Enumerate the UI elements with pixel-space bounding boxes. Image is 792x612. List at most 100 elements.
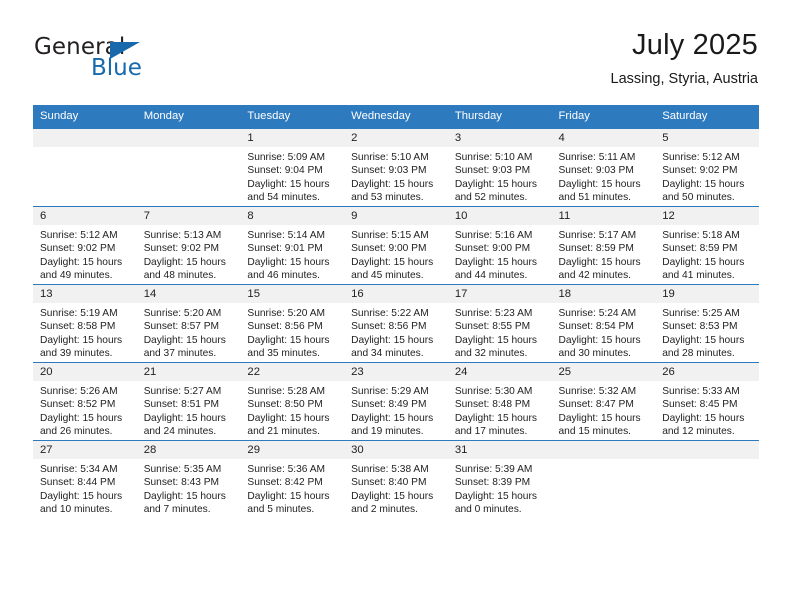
sunrise-time: Sunrise: 5:16 AM (454, 230, 533, 241)
daylight-duration-line2: and 45 minutes. (351, 269, 424, 281)
sunrise-time: Sunrise: 5:19 AM (40, 308, 118, 319)
calendar-day-cell[interactable]: 4 Sunrise: 5:11 AM Sunset: 9:03 PM Daylight… (551, 128, 656, 207)
calendar-day-cell[interactable]: 17 Sunrise: 5:23 AM Sunset: 8:55 PM Dayligh… (447, 284, 552, 363)
daylight-duration-line1: Daylight: 15 hours (662, 256, 745, 268)
calendar-day-cell[interactable]: 8 Sunrise: 5:14 AM Sunset: 9:01 PM Daylight… (240, 206, 345, 285)
day-details: Sunrise: 5:20 AM Sunset: 8:57 PM Daylight:… (137, 303, 241, 360)
calendar-day-cell[interactable]: 13 Sunrise: 5:19 AM Sunset: 8:58 PM Dayligh… (33, 284, 137, 363)
day-number: 21 (136, 363, 241, 381)
daylight-duration-line1: Daylight: 15 hours (247, 334, 330, 346)
calendar-day-cell[interactable]: 7 Sunrise: 5:13 AM Sunset: 9:02 PM Daylight… (136, 206, 241, 285)
day-details: Sunrise: 5:24 AM Sunset: 8:54 PM Daylight:… (552, 303, 656, 360)
calendar-day-cell[interactable]: 16 Sunrise: 5:22 AM Sunset: 8:56 PM Dayligh… (344, 284, 448, 363)
daylight-duration-line2: and 48 minutes. (143, 269, 217, 281)
sunset-time: Sunset: 8:59 PM (558, 243, 634, 255)
sunset-time: Sunset: 8:42 PM (247, 477, 323, 489)
calendar-day-cell[interactable]: 11 Sunrise: 5:17 AM Sunset: 8:59 PM Dayligh… (551, 206, 656, 285)
sunset-time: Sunset: 8:54 PM (558, 321, 634, 333)
sunset-time: Sunset: 8:57 PM (143, 321, 220, 333)
calendar-day-cell[interactable]: 22 Sunrise: 5:28 AM Sunset: 8:50 PM Dayligh… (240, 362, 345, 441)
calendar-day-cell[interactable]: 6 Sunrise: 5:12 AM Sunset: 9:02 PM Daylight… (33, 206, 137, 285)
day-number: 30 (344, 441, 448, 459)
calendar-day-cell[interactable]: 14 Sunrise: 5:20 AM Sunset: 8:57 PM Dayligh… (136, 284, 241, 363)
calendar-body: 1 Sunrise: 5:09 AM Sunset: 9:04 PM Daylight… (33, 128, 759, 518)
daylight-duration-line1: Daylight: 15 hours (351, 412, 434, 424)
day-details: Sunrise: 5:17 AM Sunset: 8:59 PM Daylight:… (552, 225, 656, 282)
sunset-time: Sunset: 8:50 PM (247, 399, 323, 411)
general-blue-logo[interactable]: General Blue (34, 34, 264, 92)
day-number: 14 (136, 285, 241, 303)
daylight-duration-line1: Daylight: 15 hours (247, 256, 330, 268)
calendar-day-cell[interactable]: 27 Sunrise: 5:34 AM Sunset: 8:44 PM Dayligh… (33, 440, 137, 518)
calendar-day-cell[interactable]: 23 Sunrise: 5:29 AM Sunset: 8:49 PM Dayligh… (344, 362, 448, 441)
daylight-duration-line2: and 32 minutes. (454, 347, 528, 359)
daylight-duration-line1: Daylight: 15 hours (454, 490, 537, 502)
calendar-day-cell[interactable]: 18 Sunrise: 5:24 AM Sunset: 8:54 PM Dayligh… (551, 284, 656, 363)
day-number: 6 (33, 207, 137, 225)
sunrise-time: Sunrise: 5:20 AM (247, 308, 325, 319)
calendar-day-cell[interactable]: 29 Sunrise: 5:36 AM Sunset: 8:42 PM Dayligh… (240, 440, 345, 518)
sunset-time: Sunset: 8:43 PM (143, 477, 220, 489)
day-details: Sunrise: 5:23 AM Sunset: 8:55 PM Daylight:… (448, 303, 552, 360)
day-details: Sunrise: 5:19 AM Sunset: 8:58 PM Daylight:… (33, 303, 137, 360)
day-number: 16 (344, 285, 448, 303)
daylight-duration-line2: and 10 minutes. (40, 503, 113, 515)
day-number: 3 (447, 129, 552, 147)
page-title: July 2025 (632, 29, 758, 61)
calendar-day-cell[interactable]: 21 Sunrise: 5:27 AM Sunset: 8:51 PM Dayligh… (136, 362, 241, 441)
calendar-day-cell[interactable]: 2 Sunrise: 5:10 AM Sunset: 9:03 PM Daylight… (344, 128, 448, 207)
daylight-duration-line1: Daylight: 15 hours (40, 334, 123, 346)
weekday-header-tuesday: Tuesday (240, 105, 345, 129)
daylight-duration-line1: Daylight: 15 hours (662, 412, 745, 424)
daylight-duration-line2: and 2 minutes. (351, 503, 418, 515)
day-number: 19 (655, 285, 759, 303)
daylight-duration-line2: and 37 minutes. (143, 347, 217, 359)
day-details: Sunrise: 5:22 AM Sunset: 8:56 PM Daylight:… (344, 303, 448, 360)
calendar-day-cell[interactable]: 9 Sunrise: 5:15 AM Sunset: 9:00 PM Daylight… (344, 206, 448, 285)
calendar-day-cell[interactable]: 31 Sunrise: 5:39 AM Sunset: 8:39 PM Dayligh… (447, 440, 552, 518)
calendar-day-cell[interactable]: 24 Sunrise: 5:30 AM Sunset: 8:48 PM Dayligh… (447, 362, 552, 441)
calendar-day-cell[interactable]: 15 Sunrise: 5:20 AM Sunset: 8:56 PM Dayligh… (240, 284, 345, 363)
day-details: Sunrise: 5:33 AM Sunset: 8:45 PM Daylight:… (655, 381, 759, 438)
sunrise-time: Sunrise: 5:33 AM (662, 386, 740, 397)
calendar-day-cell[interactable]: 25 Sunrise: 5:32 AM Sunset: 8:47 PM Dayligh… (551, 362, 656, 441)
calendar-day-cell[interactable]: 12 Sunrise: 5:18 AM Sunset: 8:59 PM Dayligh… (655, 206, 759, 285)
day-number: 12 (655, 207, 759, 225)
sunset-time: Sunset: 8:52 PM (40, 399, 116, 411)
calendar-day-cell[interactable]: 3 Sunrise: 5:10 AM Sunset: 9:03 PM Daylight… (447, 128, 552, 207)
sunrise-time: Sunrise: 5:09 AM (247, 152, 325, 163)
day-number: 13 (33, 285, 137, 303)
sunrise-time: Sunrise: 5:13 AM (143, 230, 222, 241)
daylight-duration-line1: Daylight: 15 hours (662, 178, 745, 190)
day-details: Sunrise: 5:27 AM Sunset: 8:51 PM Daylight:… (137, 381, 241, 438)
sunset-time: Sunset: 8:55 PM (454, 321, 531, 333)
sunset-time: Sunset: 8:45 PM (662, 399, 738, 411)
sunset-time: Sunset: 9:00 PM (454, 243, 531, 255)
sunrise-time: Sunrise: 5:12 AM (40, 230, 118, 241)
calendar-day-cell[interactable]: 20 Sunrise: 5:26 AM Sunset: 8:52 PM Dayligh… (33, 362, 137, 441)
day-details: Sunrise: 5:39 AM Sunset: 8:39 PM Daylight:… (448, 459, 552, 516)
calendar-day-cell[interactable]: 28 Sunrise: 5:35 AM Sunset: 8:43 PM Dayligh… (136, 440, 241, 518)
day-details: Sunrise: 5:11 AM Sunset: 9:03 PM Daylight:… (552, 147, 656, 204)
logo-word-blue: Blue (91, 55, 142, 81)
sunset-time: Sunset: 8:59 PM (662, 243, 738, 255)
calendar-day-cell[interactable]: 5 Sunrise: 5:12 AM Sunset: 9:02 PM Daylight… (655, 128, 759, 207)
day-number (655, 441, 759, 459)
day-details: Sunrise: 5:35 AM Sunset: 8:43 PM Daylight:… (137, 459, 241, 516)
calendar-day-cell[interactable]: 1 Sunrise: 5:09 AM Sunset: 9:04 PM Daylight… (240, 128, 345, 207)
day-number: 22 (240, 363, 345, 381)
sunrise-time: Sunrise: 5:10 AM (351, 152, 429, 163)
daylight-duration-line2: and 50 minutes. (662, 191, 735, 203)
sunrise-time: Sunrise: 5:23 AM (454, 308, 533, 319)
day-number (33, 129, 137, 147)
daylight-duration-line1: Daylight: 15 hours (351, 256, 434, 268)
calendar-page: General Blue July 2025 Lassing, Styria, … (0, 0, 792, 612)
daylight-duration-line1: Daylight: 15 hours (143, 490, 226, 502)
calendar-day-cell[interactable]: 30 Sunrise: 5:38 AM Sunset: 8:40 PM Dayligh… (344, 440, 448, 518)
daylight-duration-line2: and 12 minutes. (662, 425, 735, 437)
calendar-day-cell[interactable]: 10 Sunrise: 5:16 AM Sunset: 9:00 PM Dayligh… (447, 206, 552, 285)
calendar-day-cell[interactable]: 26 Sunrise: 5:33 AM Sunset: 8:45 PM Dayligh… (655, 362, 759, 441)
day-details: Sunrise: 5:16 AM Sunset: 9:00 PM Daylight:… (448, 225, 552, 282)
calendar-day-cell[interactable]: 19 Sunrise: 5:25 AM Sunset: 8:53 PM Dayligh… (655, 284, 759, 363)
daylight-duration-line2: and 7 minutes. (143, 503, 211, 515)
